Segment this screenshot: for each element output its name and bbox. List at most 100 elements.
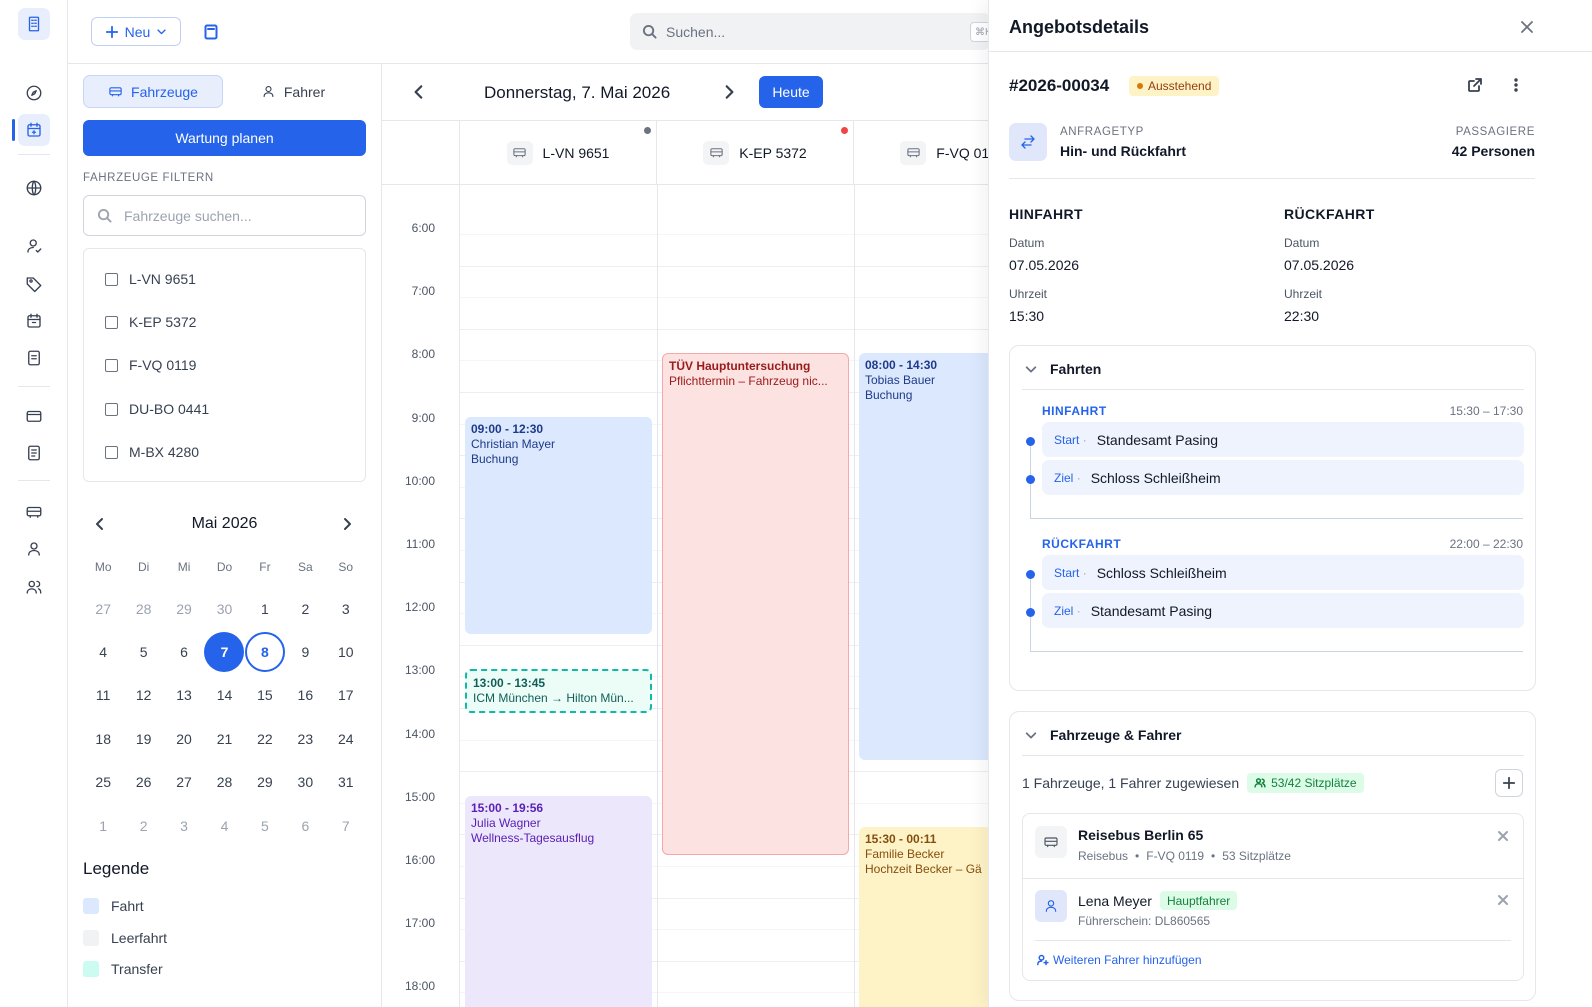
mini-calendar-day[interactable]: 28	[123, 587, 163, 630]
next-month-button[interactable]	[339, 516, 357, 534]
mini-calendar-day[interactable]: 23	[285, 717, 325, 760]
mini-calendar-day[interactable]: 17	[326, 674, 366, 717]
calculator-button[interactable]	[196, 17, 225, 46]
remove-vehicle-button[interactable]	[1497, 829, 1509, 841]
calendar-event[interactable]: 09:00 - 12:30 Christian Mayer Buchung	[465, 416, 652, 634]
mini-calendar-day[interactable]: 22	[245, 717, 285, 760]
mini-calendar-day[interactable]: 7	[326, 804, 366, 847]
calendar-event[interactable]: 15:00 - 19:56 Julia Wagner Wellness-Tagesa…	[465, 795, 652, 1007]
vehicle-checkbox-item[interactable]: M-BX 4280	[105, 444, 199, 460]
stop-destination[interactable]: Ziel · Schloss Schleißheim	[1042, 460, 1524, 495]
prev-day-button[interactable]	[410, 83, 430, 103]
remove-driver-button[interactable]	[1497, 893, 1509, 905]
nav-tag-icon[interactable]	[18, 268, 50, 300]
more-options-button[interactable]	[1508, 77, 1526, 95]
mini-calendar-day[interactable]: 16	[285, 674, 325, 717]
add-driver-link[interactable]: Weiteren Fahrer hinzufügen	[1037, 953, 1202, 967]
mini-calendar-day[interactable]: 31	[326, 761, 366, 804]
mini-calendar-day[interactable]: 3	[164, 804, 204, 847]
checkbox[interactable]	[105, 315, 118, 329]
mini-calendar-day[interactable]: 14	[204, 674, 244, 717]
tab-drivers[interactable]: Fahrer	[223, 75, 363, 108]
resource-header[interactable]: F-VQ 0119	[854, 121, 988, 185]
nav-invoice-icon[interactable]	[18, 342, 50, 374]
mini-calendar-day-selected[interactable]: 7	[204, 630, 245, 673]
calendar-event[interactable]: 13:00 - 13:45 ICM München → Hilton Mün...	[465, 669, 652, 713]
mini-calendar-day[interactable]: 18	[83, 717, 123, 760]
nav-dashboard-icon[interactable]	[18, 77, 50, 109]
mini-calendar-day[interactable]: 2	[123, 804, 163, 847]
mini-calendar-day[interactable]: 26	[123, 761, 163, 804]
today-button[interactable]: Heute	[759, 76, 823, 108]
building-logo-icon[interactable]	[18, 8, 50, 40]
mini-calendar-day[interactable]: 21	[204, 717, 244, 760]
new-button[interactable]: Neu	[91, 17, 181, 46]
mini-calendar-day[interactable]: 4	[204, 804, 244, 847]
mini-calendar-day[interactable]: 30	[285, 761, 325, 804]
mini-calendar-day[interactable]: 10	[326, 630, 366, 673]
collapse-assignment-button[interactable]	[1024, 728, 1038, 742]
checkbox[interactable]	[105, 445, 118, 459]
checkbox[interactable]	[105, 402, 118, 416]
mini-calendar-day[interactable]: 19	[123, 717, 163, 760]
close-button[interactable]	[1519, 19, 1535, 35]
checkbox[interactable]	[105, 358, 118, 372]
vehicle-search-input[interactable]: Fahrzeuge suchen...	[83, 195, 366, 236]
mini-calendar-day[interactable]: 28	[204, 761, 244, 804]
next-day-button[interactable]	[720, 83, 740, 103]
mini-calendar-day[interactable]: 4	[83, 630, 123, 673]
nav-document-icon[interactable]	[18, 437, 50, 469]
mini-calendar-day[interactable]: 1	[83, 804, 123, 847]
nav-calendar-icon[interactable]	[18, 114, 50, 146]
resource-header[interactable]: K-EP 5372	[657, 121, 854, 185]
mini-calendar-day[interactable]: 6	[285, 804, 325, 847]
calendar-event[interactable]: TÜV Hauptuntersuchung Pflichttermin – Fah…	[662, 353, 849, 855]
tab-vehicles[interactable]: Fahrzeuge	[83, 75, 223, 108]
day-calendar: Donnerstag, 7. Mai 2026 Heute L-VN 9651 K…	[382, 64, 988, 1007]
stop-destination[interactable]: Ziel · Standesamt Pasing	[1042, 593, 1524, 628]
mini-calendar-day[interactable]: 2	[285, 587, 325, 630]
mini-calendar-day[interactable]: 11	[83, 674, 123, 717]
add-assignment-button[interactable]	[1495, 769, 1523, 797]
mini-calendar-day[interactable]: 12	[123, 674, 163, 717]
global-search-input[interactable]: Suchen... ⌘K	[630, 13, 994, 50]
mini-calendar-day[interactable]: 30	[204, 587, 244, 630]
mini-calendar-day[interactable]: 5	[123, 630, 163, 673]
mini-calendar-day[interactable]: 25	[83, 761, 123, 804]
plan-maintenance-button[interactable]: Wartung planen	[83, 120, 366, 156]
open-external-button[interactable]	[1467, 77, 1485, 95]
mini-calendar-day[interactable]: 24	[326, 717, 366, 760]
mini-calendar-day[interactable]: 5	[245, 804, 285, 847]
nav-driver-icon[interactable]	[18, 533, 50, 565]
mini-calendar-day[interactable]: 1	[245, 587, 285, 630]
mini-calendar-day[interactable]: 15	[245, 674, 285, 717]
mini-calendar-day[interactable]: 27	[83, 587, 123, 630]
stop-start[interactable]: Start · Standesamt Pasing	[1042, 422, 1524, 457]
mini-calendar-day[interactable]: 29	[164, 587, 204, 630]
nav-bus-icon[interactable]	[18, 496, 50, 528]
vehicle-checkbox-item[interactable]: L-VN 9651	[105, 271, 196, 287]
vehicle-checkbox-item[interactable]: K-EP 5372	[105, 314, 196, 330]
mini-calendar-day[interactable]: 27	[164, 761, 204, 804]
mini-calendar-day[interactable]: 20	[164, 717, 204, 760]
mini-calendar-day[interactable]: 3	[326, 587, 366, 630]
vehicle-checkbox-item[interactable]: F-VQ 0119	[105, 357, 196, 373]
nav-customer-icon[interactable]	[18, 230, 50, 262]
mini-calendar-day[interactable]: 29	[245, 761, 285, 804]
mini-calendar-day[interactable]: 9	[285, 630, 325, 673]
hour-label: 15:00	[404, 789, 435, 804]
mini-calendar-day-today[interactable]: 8	[244, 630, 285, 673]
nav-schedule-icon[interactable]	[18, 305, 50, 337]
mini-calendar-day[interactable]: 6	[164, 630, 204, 673]
nav-team-icon[interactable]	[18, 571, 50, 603]
nav-globe-icon[interactable]	[18, 172, 50, 204]
checkbox[interactable]	[105, 272, 118, 286]
nav-payment-icon[interactable]	[18, 400, 50, 432]
calendar-event[interactable]: 08:00 - 14:30 Tobias Bauer Buchung	[859, 353, 988, 761]
calendar-event[interactable]: 15:30 - 00:11 Familie Becker Hochzeit Beck…	[859, 827, 988, 1007]
mini-calendar-day[interactable]: 13	[164, 674, 204, 717]
collapse-trips-button[interactable]	[1024, 362, 1038, 376]
stop-start[interactable]: Start · Schloss Schleißheim	[1042, 555, 1524, 590]
resource-header[interactable]: L-VN 9651	[460, 121, 657, 185]
vehicle-checkbox-item[interactable]: DU-BO 0441	[105, 401, 209, 417]
